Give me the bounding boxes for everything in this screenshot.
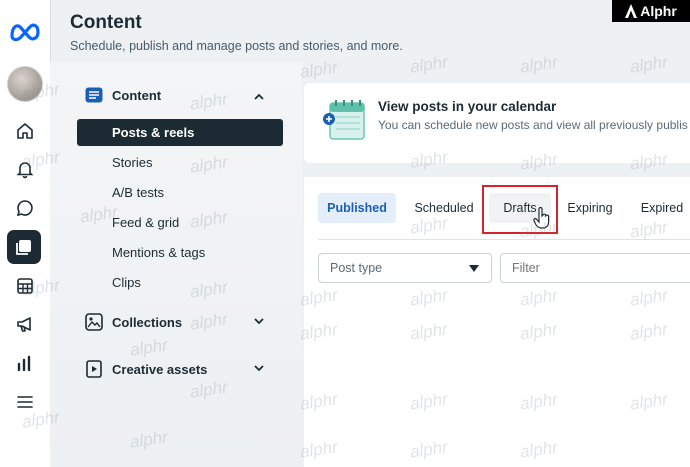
nav-clips[interactable]: Clips (112, 275, 141, 290)
nav-collections-label: Collections (112, 314, 183, 330)
creative-assets-icon (86, 360, 102, 378)
collections-icon (85, 313, 103, 331)
nav-stories[interactable]: Stories (112, 155, 152, 170)
hand-cursor-icon (533, 207, 550, 229)
post-type-label: Post type (330, 261, 383, 275)
home-icon[interactable] (12, 118, 38, 144)
avatar[interactable] (7, 66, 43, 102)
meta-logo-icon[interactable] (9, 20, 41, 42)
content-list-icon (85, 87, 103, 103)
nav-creative-assets[interactable]: Creative assets (85, 360, 207, 378)
nav-mentions-tags[interactable]: Mentions & tags (112, 245, 205, 260)
chevron-down-icon[interactable] (252, 361, 266, 375)
chat-bubble-icon[interactable] (12, 195, 38, 221)
alphr-logo-icon (625, 4, 638, 18)
chevron-down-icon[interactable] (252, 314, 266, 328)
tabs-divider (318, 239, 690, 240)
page-title: Content (70, 12, 142, 33)
nav-creative-assets-label: Creative assets (112, 361, 208, 377)
calendar-icon (323, 100, 365, 140)
nav-posts-reels[interactable]: Posts & reels (77, 119, 283, 146)
menu-icon[interactable] (12, 389, 38, 415)
posts-panel: Published Scheduled Drafts Expiring Expi… (304, 177, 690, 467)
caret-down-icon (469, 265, 479, 272)
tab-scheduled[interactable]: Scheduled (405, 193, 483, 223)
nav-feed-grid[interactable]: Feed & grid (112, 215, 179, 230)
page-header: Content Schedule, publish and manage pos… (70, 12, 403, 53)
table-icon[interactable] (12, 273, 38, 299)
calendar-card[interactable]: View posts in your calendar You can sche… (304, 83, 690, 163)
watermark: alphr (518, 52, 559, 77)
post-type-select[interactable]: Post type (318, 253, 492, 283)
tab-expiring[interactable]: Expiring (560, 193, 620, 223)
filter-input[interactable] (500, 253, 690, 283)
nav-content-label: Content (112, 87, 162, 103)
chevron-up-icon[interactable] (252, 90, 266, 104)
content-nav-panel: Content Posts & reels Stories A/B tests … (50, 62, 302, 467)
bell-icon[interactable] (12, 156, 38, 182)
watermark: alphr (298, 57, 339, 82)
icon-rail (0, 0, 51, 467)
bar-chart-icon[interactable] (12, 350, 38, 376)
tab-published[interactable]: Published (318, 193, 396, 223)
content-icon[interactable] (7, 230, 41, 264)
watermark: alphr (628, 52, 669, 77)
nav-collections[interactable]: Collections (85, 313, 182, 331)
tab-expired[interactable]: Expired (634, 193, 690, 223)
calendar-card-title: View posts in your calendar (378, 99, 557, 114)
megaphone-icon[interactable] (12, 311, 38, 337)
page-subtitle: Schedule, publish and manage posts and s… (70, 39, 403, 53)
watermark: alphr (408, 52, 449, 77)
calendar-card-subtitle: You can schedule new posts and view all … (378, 118, 688, 132)
nav-content[interactable]: Content (85, 87, 161, 103)
alphr-badge-label: Alphr (640, 3, 677, 19)
alphr-badge: Alphr (612, 0, 690, 22)
nav-ab-tests[interactable]: A/B tests (112, 185, 164, 200)
